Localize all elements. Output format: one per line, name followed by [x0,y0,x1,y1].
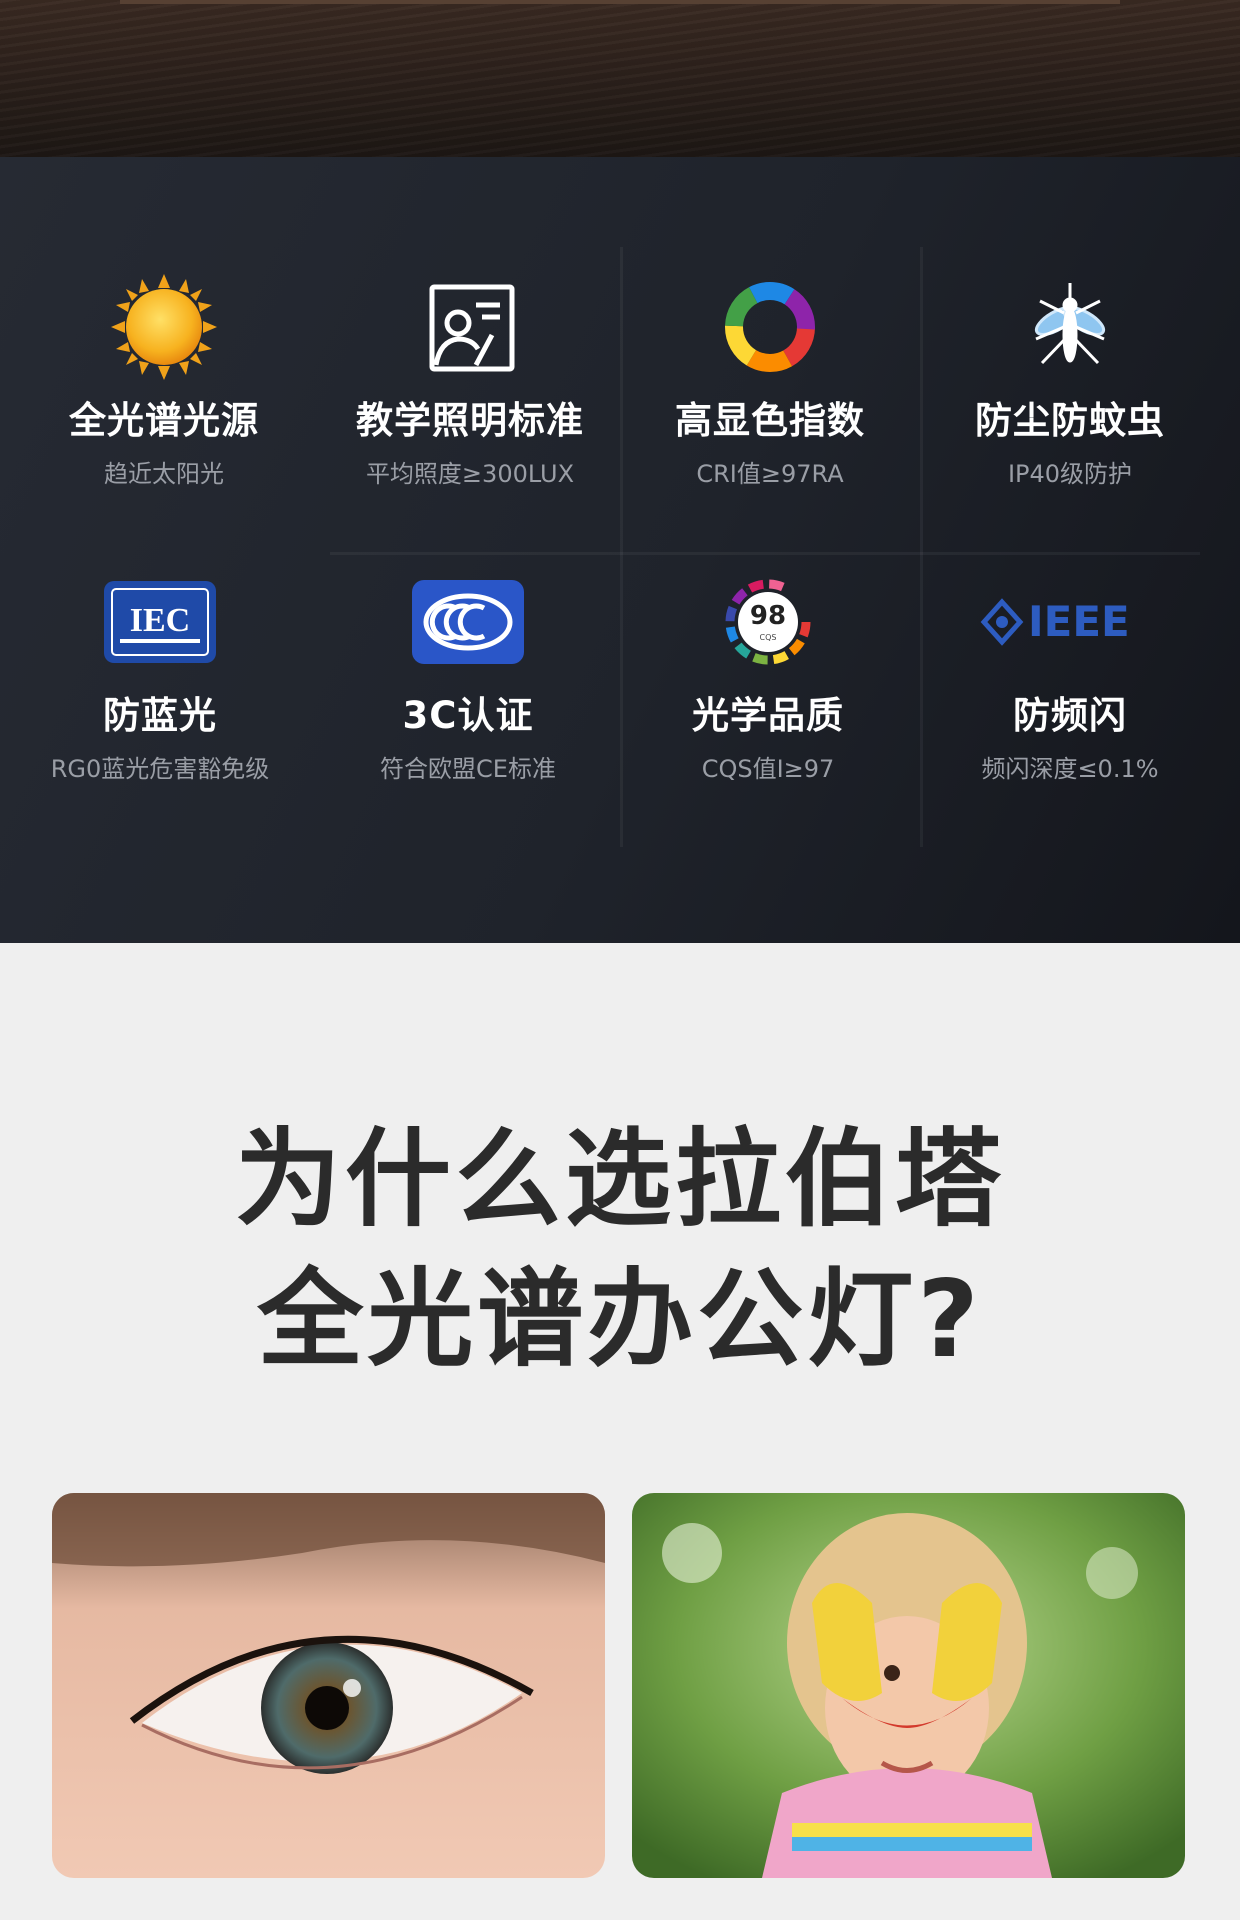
feature-insect: 防尘防蚊虫 IP40级防护 [930,272,1210,489]
feature-title: 高显色指数 [675,399,865,442]
feature-title: 全光谱光源 [69,399,259,442]
color-ring-icon [630,272,910,382]
cqs-small-text: CQS [760,633,777,642]
feature-title: 光学品质 [692,694,844,737]
mosquito-icon [930,272,1210,382]
headline-line-1: 为什么选拉伯塔 [235,1118,1005,1241]
feature-title: 教学照明标准 [356,399,584,442]
cqs-badge-icon: 98 CQS [628,567,908,677]
feature-subtitle: RG0蓝光危害豁免级 [50,755,270,783]
ieee-logo-icon: IEEE [930,567,1210,677]
feature-title: 3C认证 [402,694,534,737]
feature-subtitle: 符合欧盟CE标准 [380,755,556,783]
feature-title: 防频闪 [1013,694,1127,737]
child-hands-heart-photo [632,1493,1185,1878]
eye-closeup-photo [52,1493,605,1878]
ccc-logo-icon [328,567,608,677]
feature-cqs: 98 CQS 光学品质 CQS值I≥97 [628,567,908,784]
feature-teaching: 教学照明标准 平均照度≥300LUX [330,272,610,489]
feature-subtitle: 趋近太阳光 [104,460,224,488]
feature-title: 防尘防蚊虫 [975,399,1165,442]
feature-ccc: 3C认证 符合欧盟CE标准 [328,567,608,784]
wood-table-banner [0,0,1240,157]
cqs-value-text: 98 [750,601,786,631]
feature-title: 防蓝光 [103,694,217,737]
feature-subtitle: 频闪深度≤0.1% [981,755,1159,783]
feature-sun: 全光谱光源 趋近太阳光 [24,272,304,489]
feature-subtitle: CQS值I≥97 [701,755,835,783]
iec-logo-text: IEC [130,602,190,639]
features-panel: 全光谱光源 趋近太阳光 教学照明标准 平均照度≥300LUX 高显色指数 CRI… [0,157,1240,943]
lamp-edge [120,0,1120,4]
feature-subtitle: 平均照度≥300LUX [365,460,575,488]
grid-divider [620,247,623,847]
feature-flicker: IEEE 防频闪 频闪深度≤0.1% [930,567,1210,784]
iec-logo-icon: IEC [20,567,300,677]
sun-icon [24,272,304,382]
feature-subtitle: IP40级防护 [1007,460,1133,488]
feature-cri: 高显色指数 CRI值≥97RA [630,272,910,489]
ieee-logo-text: IEEE [1028,597,1130,646]
teacher-board-icon [330,272,610,382]
page-headline: 为什么选拉伯塔 全光谱办公灯? [0,1110,1240,1390]
feature-subtitle: CRI值≥97RA [696,460,844,488]
grid-divider [330,552,1200,555]
feature-bluelight: IEC 防蓝光 RG0蓝光危害豁免级 [20,567,300,784]
grid-divider [920,247,923,847]
headline-line-2: 全光谱办公灯? [257,1258,983,1381]
